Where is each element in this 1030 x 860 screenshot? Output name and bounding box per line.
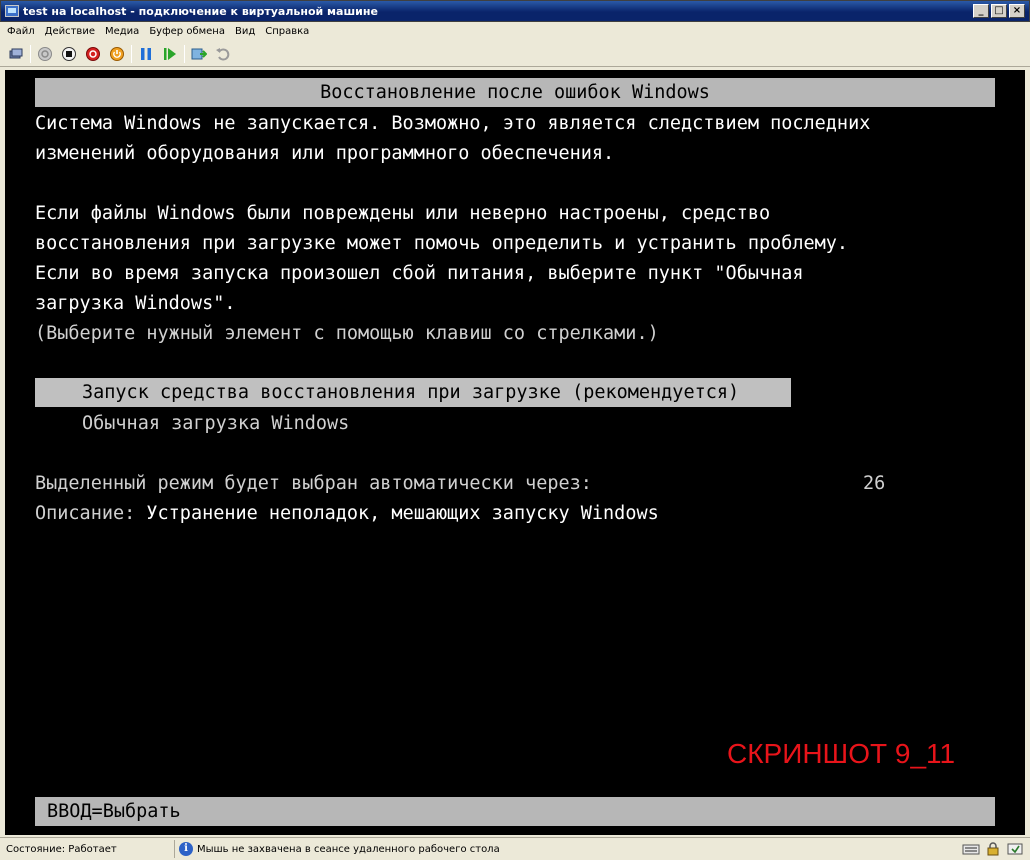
countdown-label: Выделенный режим будет выбран автоматиче…	[35, 473, 592, 494]
info-line-2: восстановления при загрузке может помочь…	[35, 233, 849, 254]
status-bar: Состояние: Работает i Мышь не захвачена …	[0, 837, 1030, 860]
mouse-status-text: Мышь не захвачена в сеансе удаленного ра…	[197, 843, 500, 855]
status-tray	[962, 842, 1030, 856]
start-icon[interactable]	[35, 44, 55, 64]
vm-connection-icon	[5, 5, 19, 17]
close-button[interactable]: ×	[1009, 4, 1025, 18]
maximize-button[interactable]: □	[991, 4, 1007, 18]
info-line-3: Если во время запуска произошел сбой пит…	[35, 263, 804, 284]
info-line-4: загрузка Windows".	[35, 293, 236, 314]
description-row: Описание: Устранение неполадок, мешающих…	[35, 503, 659, 525]
ctrl-alt-del-icon[interactable]	[6, 44, 26, 64]
arrow-keys-hint: (Выберите нужный элемент с помощью клави…	[35, 323, 659, 344]
intro-line-2: изменений оборудования или программного …	[35, 143, 615, 164]
menu-bar: Файл Действие Медиа Буфер обмена Вид Спр…	[0, 22, 1030, 41]
minimize-button[interactable]: _	[973, 4, 989, 18]
option-startup-repair[interactable]: Запуск средства восстановления при загру…	[35, 378, 791, 407]
footer-hint: ВВОД=Выбрать	[35, 797, 995, 826]
keyboard-icon	[962, 844, 980, 855]
menu-file[interactable]: Файл	[2, 25, 40, 38]
security-icon	[1007, 843, 1023, 855]
menu-help[interactable]: Справка	[260, 25, 314, 38]
screenshot-watermark: СКРИНШОТ 9_11	[727, 738, 956, 769]
toolbar	[0, 41, 1030, 67]
shutdown-icon[interactable]	[83, 44, 103, 64]
menu-clipboard[interactable]: Буфер обмена	[144, 25, 230, 38]
info-icon: i	[179, 842, 193, 856]
resume-icon[interactable]	[160, 44, 180, 64]
description-label: Описание:	[35, 503, 136, 524]
vm-console-screen[interactable]: Восстановление после ошибок Windows Сист…	[5, 70, 1025, 835]
menu-action[interactable]: Действие	[40, 25, 100, 38]
window-title: test на localhost - подключение к виртуа…	[23, 4, 378, 18]
intro-line-1: Система Windows не запускается. Возможно…	[35, 113, 871, 134]
recovery-header: Восстановление после ошибок Windows	[35, 78, 995, 107]
description-text: Устранение неполадок, мешающих запуску W…	[146, 503, 659, 524]
power-icon[interactable]	[107, 44, 127, 64]
pause-icon[interactable]	[136, 44, 156, 64]
mouse-status: i Мышь не захвачена в сеансе удаленного …	[175, 840, 962, 858]
menu-view[interactable]: Вид	[230, 25, 260, 38]
revert-icon[interactable]	[213, 44, 233, 64]
toolbar-separator	[131, 44, 132, 63]
checkpoint-icon[interactable]	[189, 44, 209, 64]
countdown-value: 26	[863, 473, 886, 494]
turn-off-icon[interactable]	[59, 44, 79, 64]
lock-icon	[987, 842, 999, 856]
menu-media[interactable]: Медиа	[100, 25, 144, 38]
window-controls: _ □ ×	[973, 4, 1029, 18]
toolbar-separator	[184, 44, 185, 63]
toolbar-separator	[30, 44, 31, 63]
option-normal-boot[interactable]: Обычная загрузка Windows	[82, 413, 349, 435]
title-bar[interactable]: test на localhost - подключение к виртуа…	[0, 0, 1030, 22]
vm-state: Состояние: Работает	[0, 840, 175, 858]
info-line-1: Если файлы Windows были повреждены или н…	[35, 203, 771, 224]
